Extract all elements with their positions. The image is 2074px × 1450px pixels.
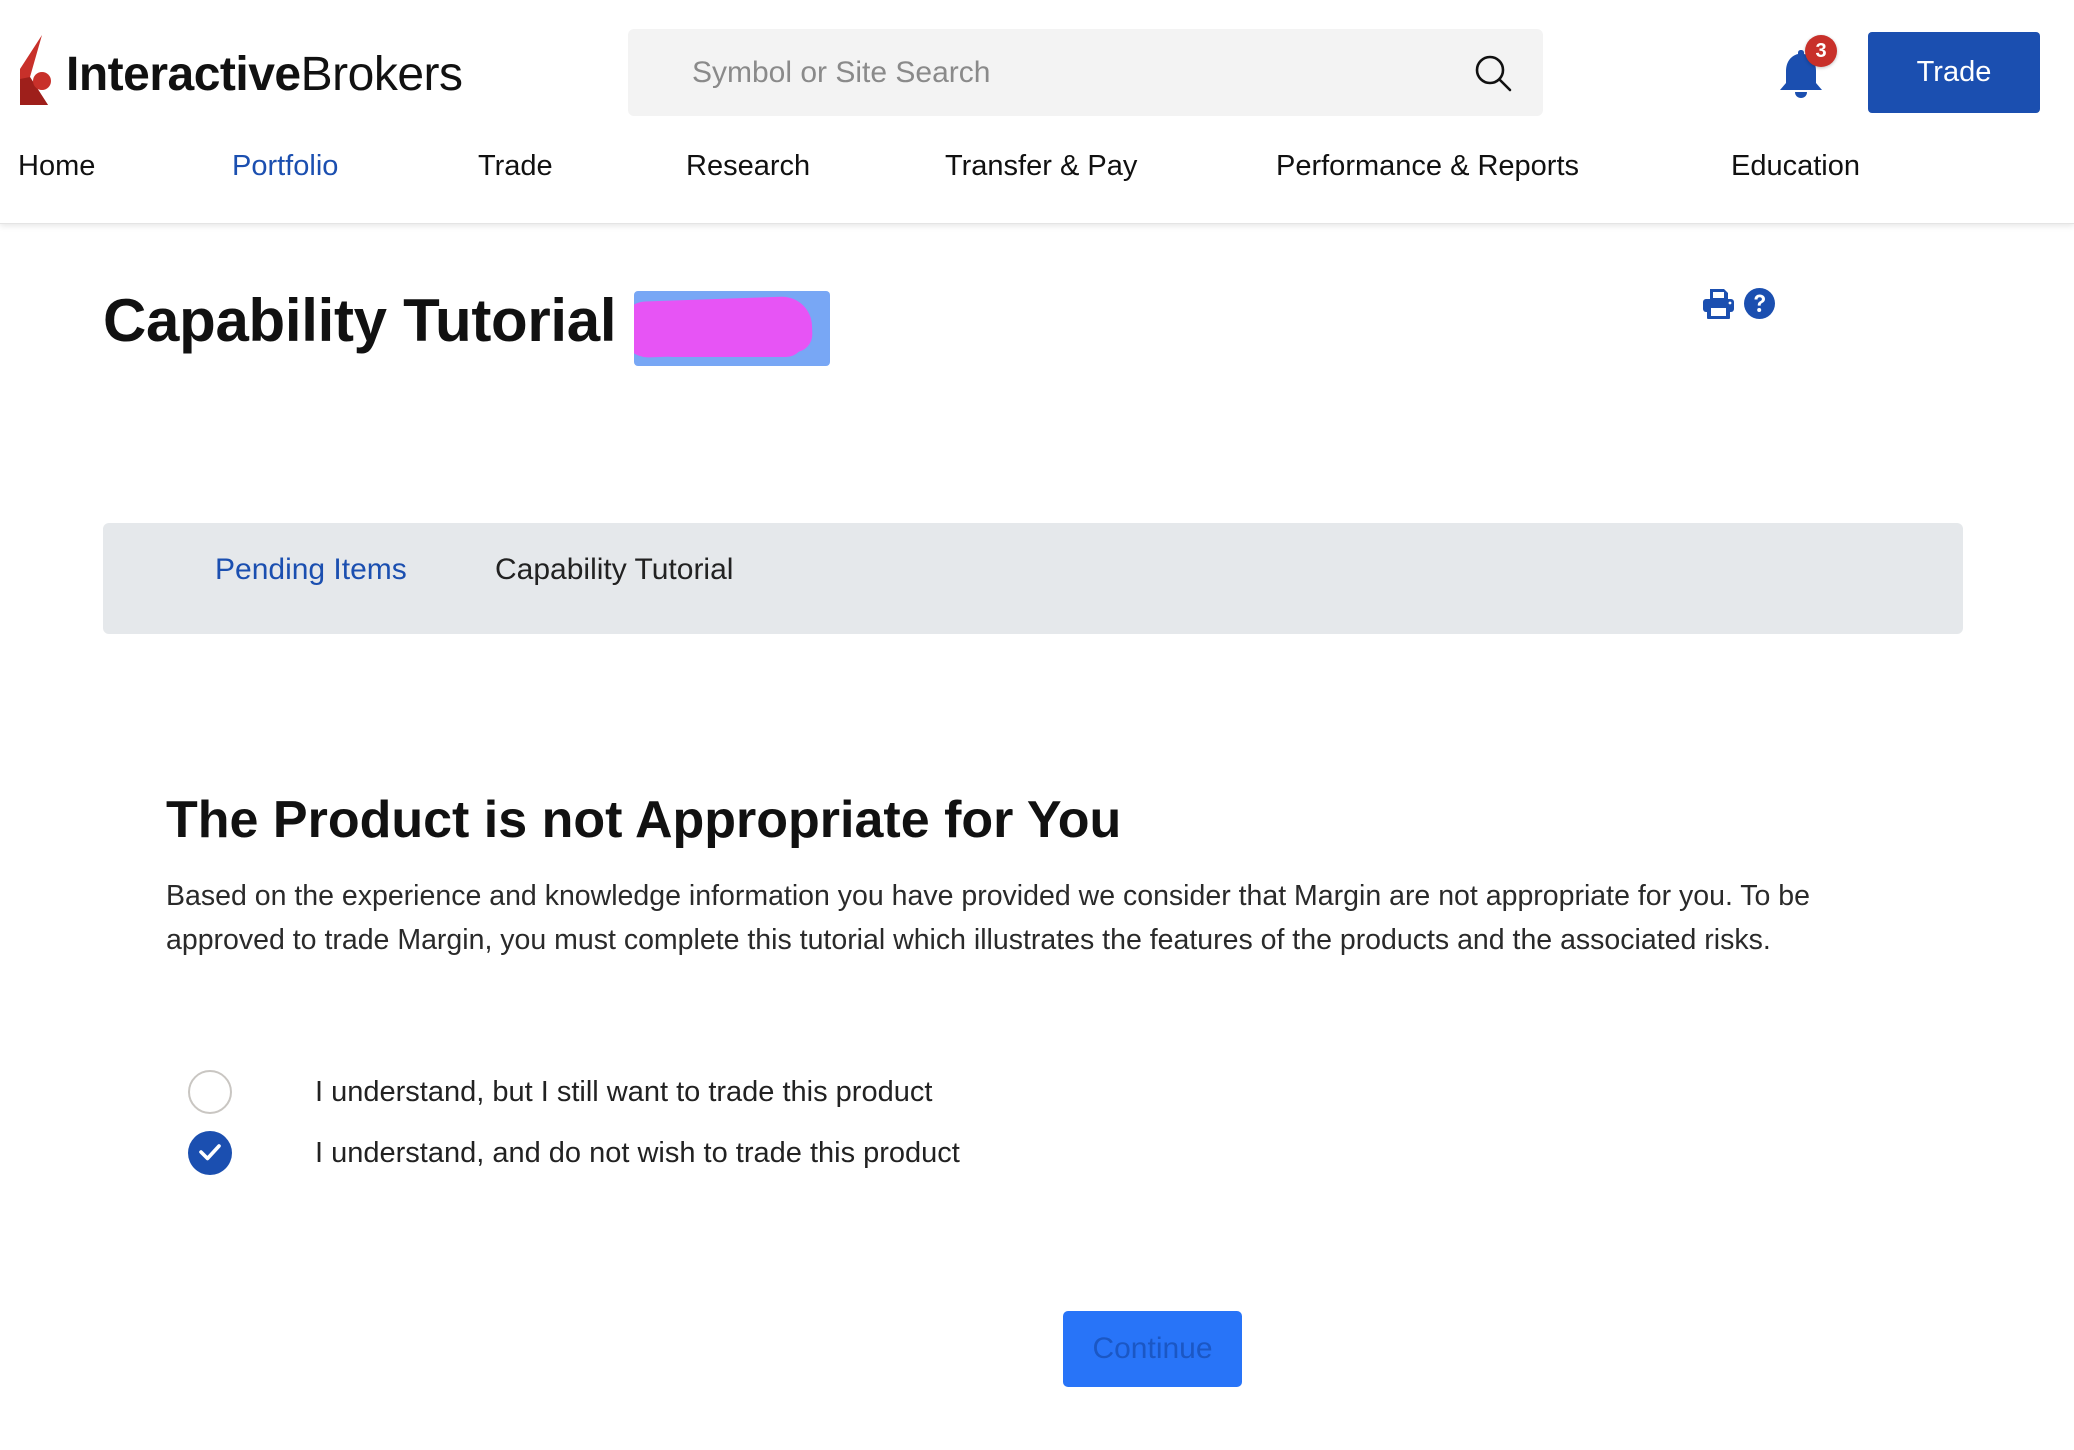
nav-item-transfer-pay[interactable]: Transfer & Pay bbox=[945, 150, 1137, 183]
trade-button[interactable]: Trade bbox=[1868, 32, 2040, 113]
radio-checked[interactable] bbox=[188, 1131, 232, 1175]
nav-item-home[interactable]: Home bbox=[18, 150, 95, 183]
nav-item-performance-reports[interactable]: Performance & Reports bbox=[1276, 150, 1579, 183]
search-icon[interactable] bbox=[1473, 53, 1513, 93]
ib-logo-icon bbox=[20, 35, 51, 105]
help-icon[interactable] bbox=[1743, 287, 1776, 320]
content-description: Based on the experience and knowledge in… bbox=[166, 880, 1811, 956]
checkmark-icon bbox=[199, 1144, 221, 1161]
continue-button[interactable]: Continue bbox=[1063, 1311, 1242, 1387]
breadcrumb: Pending Items Capability Tutorial bbox=[103, 523, 1963, 634]
redacted-account-id bbox=[634, 291, 830, 366]
nav-item-portfolio[interactable]: Portfolio bbox=[232, 150, 338, 183]
site-search bbox=[628, 29, 1543, 116]
top-header: InteractiveBrokers 3 Trade Home Portfoli… bbox=[0, 0, 2074, 224]
brand-name: InteractiveBrokers bbox=[66, 48, 463, 101]
radio-unchecked[interactable] bbox=[188, 1070, 232, 1114]
brand-logo[interactable]: InteractiveBrokers bbox=[18, 34, 463, 106]
content-heading: The Product is not Appropriate for You bbox=[166, 791, 1122, 849]
option-label: I understand, but I still want to trade … bbox=[315, 1075, 933, 1108]
breadcrumb-pending-items[interactable]: Pending Items bbox=[215, 553, 407, 587]
page-title: Capability Tutorial bbox=[103, 287, 617, 354]
print-icon[interactable] bbox=[1702, 287, 1735, 320]
nav-item-research[interactable]: Research bbox=[686, 150, 810, 183]
nav-item-education[interactable]: Education bbox=[1731, 150, 1860, 183]
breadcrumb-current: Capability Tutorial bbox=[495, 553, 734, 586]
main-nav: Home Portfolio Trade Research Transfer &… bbox=[0, 150, 2074, 194]
page-actions bbox=[1702, 287, 1776, 320]
nav-item-trade[interactable]: Trade bbox=[478, 150, 553, 183]
option-label: I understand, and do not wish to trade t… bbox=[315, 1136, 960, 1169]
search-input[interactable] bbox=[692, 55, 1492, 90]
notification-badge: 3 bbox=[1805, 35, 1837, 67]
option-still-trade[interactable]: I understand, but I still want to trade … bbox=[188, 1069, 932, 1115]
option-do-not-trade[interactable]: I understand, and do not wish to trade t… bbox=[188, 1130, 960, 1176]
